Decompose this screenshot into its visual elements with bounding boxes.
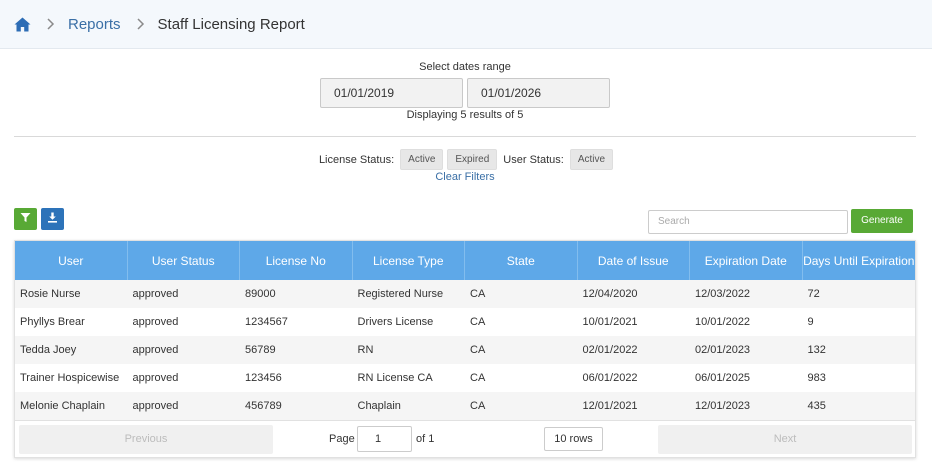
column-header-expiration-date[interactable]: Expiration Date: [690, 241, 803, 280]
download-icon: [47, 212, 58, 226]
cell-user-status: approved: [132, 372, 179, 384]
cell-user-status: approved: [132, 344, 179, 356]
licensing-table: User User Status License No License Type…: [14, 240, 916, 458]
cell-days-until-expiration: 435: [807, 400, 826, 412]
cell-user-status: approved: [132, 288, 179, 300]
cell-date-of-issue: 06/01/2022: [582, 372, 638, 384]
license-status-label: License Status:: [318, 153, 395, 166]
filters-row: License Status: Active Expired User Stat…: [0, 149, 930, 170]
cell-user: Rosie Nurse: [20, 288, 81, 300]
cell-license-type: RN: [357, 344, 374, 356]
user-status-label: User Status:: [503, 153, 564, 166]
column-header-user[interactable]: User: [15, 241, 128, 280]
cell-date-of-issue: 12/01/2021: [582, 400, 638, 412]
page-label: Page: [329, 433, 355, 445]
table-row[interactable]: Phyllys Brear approved 1234567 Drivers L…: [15, 308, 915, 336]
end-date-input[interactable]: 01/01/2026: [467, 78, 610, 108]
cell-days-until-expiration: 132: [807, 344, 826, 356]
page-number-input[interactable]: 1: [357, 426, 412, 452]
cell-license-no: 456789: [245, 400, 282, 412]
cell-license-type: Chaplain: [357, 400, 401, 412]
breadcrumb-reports-link[interactable]: Reports: [68, 16, 121, 33]
cell-date-of-issue: 02/01/2022: [582, 344, 638, 356]
cell-license-no: 89000: [245, 288, 276, 300]
filter-icon: [20, 212, 31, 226]
previous-page-button[interactable]: Previous: [19, 425, 273, 454]
column-header-user-status[interactable]: User Status: [128, 241, 240, 280]
user-status-chip-active[interactable]: Active: [569, 149, 614, 170]
cell-expiration-date: 10/01/2022: [695, 316, 751, 328]
breadcrumb: Reports Staff Licensing Report: [0, 0, 932, 49]
cell-user: Melonie Chaplain: [20, 400, 105, 412]
home-icon[interactable]: [14, 17, 31, 32]
start-date-input[interactable]: 01/01/2019: [320, 78, 463, 108]
column-header-date-of-issue[interactable]: Date of Issue: [578, 241, 690, 280]
cell-expiration-date: 12/03/2022: [695, 288, 751, 300]
next-page-button[interactable]: Next: [658, 425, 912, 454]
filter-button[interactable]: [14, 208, 37, 230]
generate-button[interactable]: Generate: [851, 209, 913, 233]
cell-license-no: 1234567: [245, 316, 288, 328]
cell-expiration-date: 02/01/2023: [695, 344, 751, 356]
cell-state: CA: [470, 288, 486, 300]
chevron-right-icon: [43, 17, 57, 31]
cell-user-status: approved: [132, 400, 179, 412]
cell-days-until-expiration: 9: [807, 316, 814, 328]
license-status-chip-expired[interactable]: Expired: [447, 149, 498, 170]
cell-user-status: approved: [132, 316, 179, 328]
cell-license-no: 123456: [245, 372, 282, 384]
clear-filters-link[interactable]: Clear Filters: [0, 171, 930, 183]
page-title: Staff Licensing Report: [157, 15, 305, 33]
cell-user: Phyllys Brear: [20, 316, 85, 328]
column-header-license-type[interactable]: License Type: [353, 241, 465, 280]
license-status-chip-active[interactable]: Active: [400, 149, 444, 170]
cell-days-until-expiration: 72: [807, 288, 820, 300]
results-count: Displaying 5 results of 5: [406, 109, 524, 121]
rows-per-page-select[interactable]: 10 rows: [544, 427, 603, 451]
cell-state: CA: [470, 372, 486, 384]
table-row[interactable]: Trainer Hospicewise approved 123456 RN L…: [15, 364, 915, 392]
cell-state: CA: [470, 400, 486, 412]
cell-license-type: Drivers License: [357, 316, 434, 328]
column-header-days-until-expiration[interactable]: Days Until Expiration: [803, 241, 916, 280]
cell-license-type: Registered Nurse: [357, 288, 444, 300]
table-header: User User Status License No License Type…: [15, 241, 915, 280]
table-row[interactable]: Melonie Chaplain approved 456789 Chaplai…: [15, 392, 915, 420]
cell-date-of-issue: 12/04/2020: [582, 288, 638, 300]
cell-user: Tedda Joey: [20, 344, 77, 356]
cell-state: CA: [470, 344, 486, 356]
cell-days-until-expiration: 983: [807, 372, 826, 384]
cell-user: Trainer Hospicewise: [20, 372, 120, 384]
cell-expiration-date: 06/01/2025: [695, 372, 751, 384]
table-row[interactable]: Rosie Nurse approved 89000 Registered Nu…: [15, 280, 915, 308]
column-header-license-no[interactable]: License No: [240, 241, 353, 280]
pagination: Previous Page 1 of 1 10 rows Next: [15, 420, 915, 457]
cell-state: CA: [470, 316, 486, 328]
cell-date-of-issue: 10/01/2021: [582, 316, 638, 328]
cell-expiration-date: 12/01/2023: [695, 400, 751, 412]
column-header-state[interactable]: State: [465, 241, 578, 280]
divider: [14, 136, 916, 137]
cell-license-type: RN License CA: [357, 372, 433, 384]
download-button[interactable]: [41, 208, 64, 230]
search-input[interactable]: Search: [648, 210, 848, 234]
table-row[interactable]: Tedda Joey approved 56789 RN CA 02/01/20…: [15, 336, 915, 364]
chevron-right-icon: [133, 17, 147, 31]
date-range-label: Select dates range: [419, 61, 511, 73]
cell-license-no: 56789: [245, 344, 276, 356]
page-total: of 1: [416, 433, 435, 445]
